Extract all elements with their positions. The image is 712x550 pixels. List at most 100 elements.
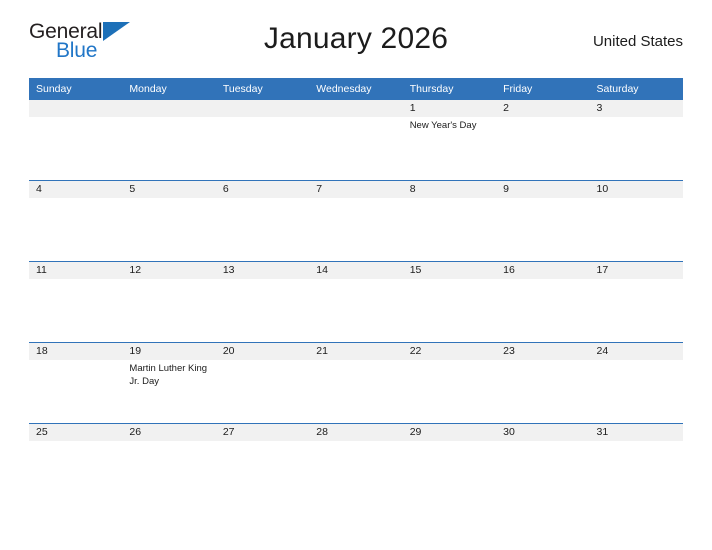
day-number: 21 <box>309 343 403 360</box>
day-cell-body: 7 <box>309 181 403 261</box>
day-number: 6 <box>215 181 310 198</box>
calendar-day-cell[interactable]: 4 <box>29 180 123 262</box>
day-cell-body: 25 <box>29 424 123 504</box>
day-events <box>309 117 402 120</box>
calendar-day-cell[interactable]: 17 <box>589 261 683 343</box>
day-cell-body: 6 <box>215 181 310 261</box>
day-events <box>29 441 122 444</box>
calendar-day-cell[interactable]: 2 <box>496 100 590 181</box>
calendar-page: General Blue January 2026 United States … <box>0 0 712 550</box>
triangle-flag-icon <box>103 22 130 41</box>
calendar-day-cell[interactable]: 12 <box>122 261 216 343</box>
day-number: 7 <box>309 181 403 198</box>
calendar-day-cell[interactable] <box>215 100 310 181</box>
day-number: 3 <box>589 100 683 117</box>
calendar-day-cell[interactable]: 8 <box>402 180 497 262</box>
day-cell-body: 18 <box>29 343 123 423</box>
calendar-day-cell[interactable]: 14 <box>309 261 403 343</box>
day-events: Martin Luther King Jr. Day <box>122 360 215 388</box>
day-number: 22 <box>402 343 497 360</box>
calendar-week-row: 25 26 27 28 29 30 31 <box>29 423 683 504</box>
calendar-day-cell[interactable]: 6 <box>215 180 310 262</box>
calendar-day-cell[interactable] <box>29 100 123 181</box>
calendar-day-cell[interactable]: 20 <box>215 342 310 424</box>
weekday-header-row: Sunday Monday Tuesday Wednesday Thursday… <box>29 78 683 100</box>
calendar-day-cell[interactable]: 31 <box>589 423 683 504</box>
day-events <box>122 441 215 444</box>
calendar-day-cell[interactable]: 5 <box>122 180 216 262</box>
calendar-day-cell[interactable]: 16 <box>496 261 590 343</box>
calendar-day-cell[interactable]: 19 Martin Luther King Jr. Day <box>122 342 216 424</box>
day-cell-body: 30 <box>496 424 590 504</box>
day-number: 19 <box>122 343 216 360</box>
calendar-day-cell[interactable]: 11 <box>29 261 123 343</box>
calendar-day-cell[interactable]: 23 <box>496 342 590 424</box>
day-number: 2 <box>496 100 590 117</box>
day-cell-body <box>29 100 123 180</box>
day-number: 29 <box>402 424 497 441</box>
day-number: 30 <box>496 424 590 441</box>
day-events <box>590 279 683 282</box>
calendar-day-cell[interactable]: 27 <box>215 423 310 504</box>
day-cell-body: 14 <box>309 262 403 342</box>
calendar-week-row: 11 12 13 14 15 16 17 <box>29 261 683 343</box>
weekday-header-friday: Friday <box>496 78 590 100</box>
day-number: 26 <box>122 424 216 441</box>
day-cell-body: 12 <box>122 262 216 342</box>
table-header-row: Sunday Monday Tuesday Wednesday Thursday… <box>29 78 683 100</box>
day-cell-body: 28 <box>309 424 403 504</box>
day-events <box>590 360 683 363</box>
calendar-day-cell[interactable]: 28 <box>309 423 403 504</box>
day-cell-body: 20 <box>215 343 310 423</box>
day-cell-body: 21 <box>309 343 403 423</box>
day-events <box>216 360 309 363</box>
day-cell-body: 11 <box>29 262 123 342</box>
day-number: 14 <box>309 262 403 279</box>
calendar-day-cell[interactable]: 26 <box>122 423 216 504</box>
calendar-day-cell[interactable]: 3 <box>589 100 683 181</box>
calendar-day-cell[interactable]: 9 <box>496 180 590 262</box>
calendar-day-cell[interactable] <box>122 100 216 181</box>
calendar-day-cell[interactable]: 15 <box>402 261 497 343</box>
calendar-day-cell[interactable]: 22 <box>402 342 497 424</box>
calendar-day-cell[interactable]: 30 <box>496 423 590 504</box>
day-cell-body: 15 <box>402 262 497 342</box>
calendar-day-cell[interactable] <box>309 100 403 181</box>
day-number: 12 <box>122 262 216 279</box>
general-blue-logo[interactable]: General Blue <box>29 18 141 62</box>
day-cell-body: 22 <box>402 343 497 423</box>
day-events <box>216 441 309 444</box>
day-number: 1 <box>402 100 497 117</box>
day-cell-body <box>122 100 216 180</box>
day-cell-body: 26 <box>122 424 216 504</box>
calendar-day-cell[interactable]: 1 New Year's Day <box>402 100 497 181</box>
day-number: 23 <box>496 343 590 360</box>
calendar-day-cell[interactable]: 18 <box>29 342 123 424</box>
day-cell-body: 10 <box>589 181 683 261</box>
day-cell-body: 27 <box>215 424 310 504</box>
day-number: 25 <box>29 424 123 441</box>
day-cell-body: 31 <box>589 424 683 504</box>
calendar-day-cell[interactable]: 13 <box>215 261 310 343</box>
day-cell-body <box>309 100 403 180</box>
day-number: 4 <box>29 181 123 198</box>
day-number: 16 <box>496 262 590 279</box>
day-cell-body: 17 <box>589 262 683 342</box>
day-number <box>215 100 310 117</box>
calendar-day-cell[interactable]: 21 <box>309 342 403 424</box>
weekday-header-saturday: Saturday <box>589 78 683 100</box>
calendar-day-cell[interactable]: 29 <box>402 423 497 504</box>
day-events <box>496 360 589 363</box>
day-number: 18 <box>29 343 123 360</box>
calendar-day-cell[interactable]: 7 <box>309 180 403 262</box>
day-number: 24 <box>589 343 683 360</box>
day-events <box>122 117 215 120</box>
calendar-day-cell[interactable]: 25 <box>29 423 123 504</box>
calendar-day-cell[interactable]: 10 <box>589 180 683 262</box>
day-events <box>29 360 122 363</box>
logo-text-blue: Blue <box>56 39 98 62</box>
day-number <box>29 100 123 117</box>
calendar-day-cell[interactable]: 24 <box>589 342 683 424</box>
day-events <box>216 198 309 201</box>
day-events <box>590 441 683 444</box>
